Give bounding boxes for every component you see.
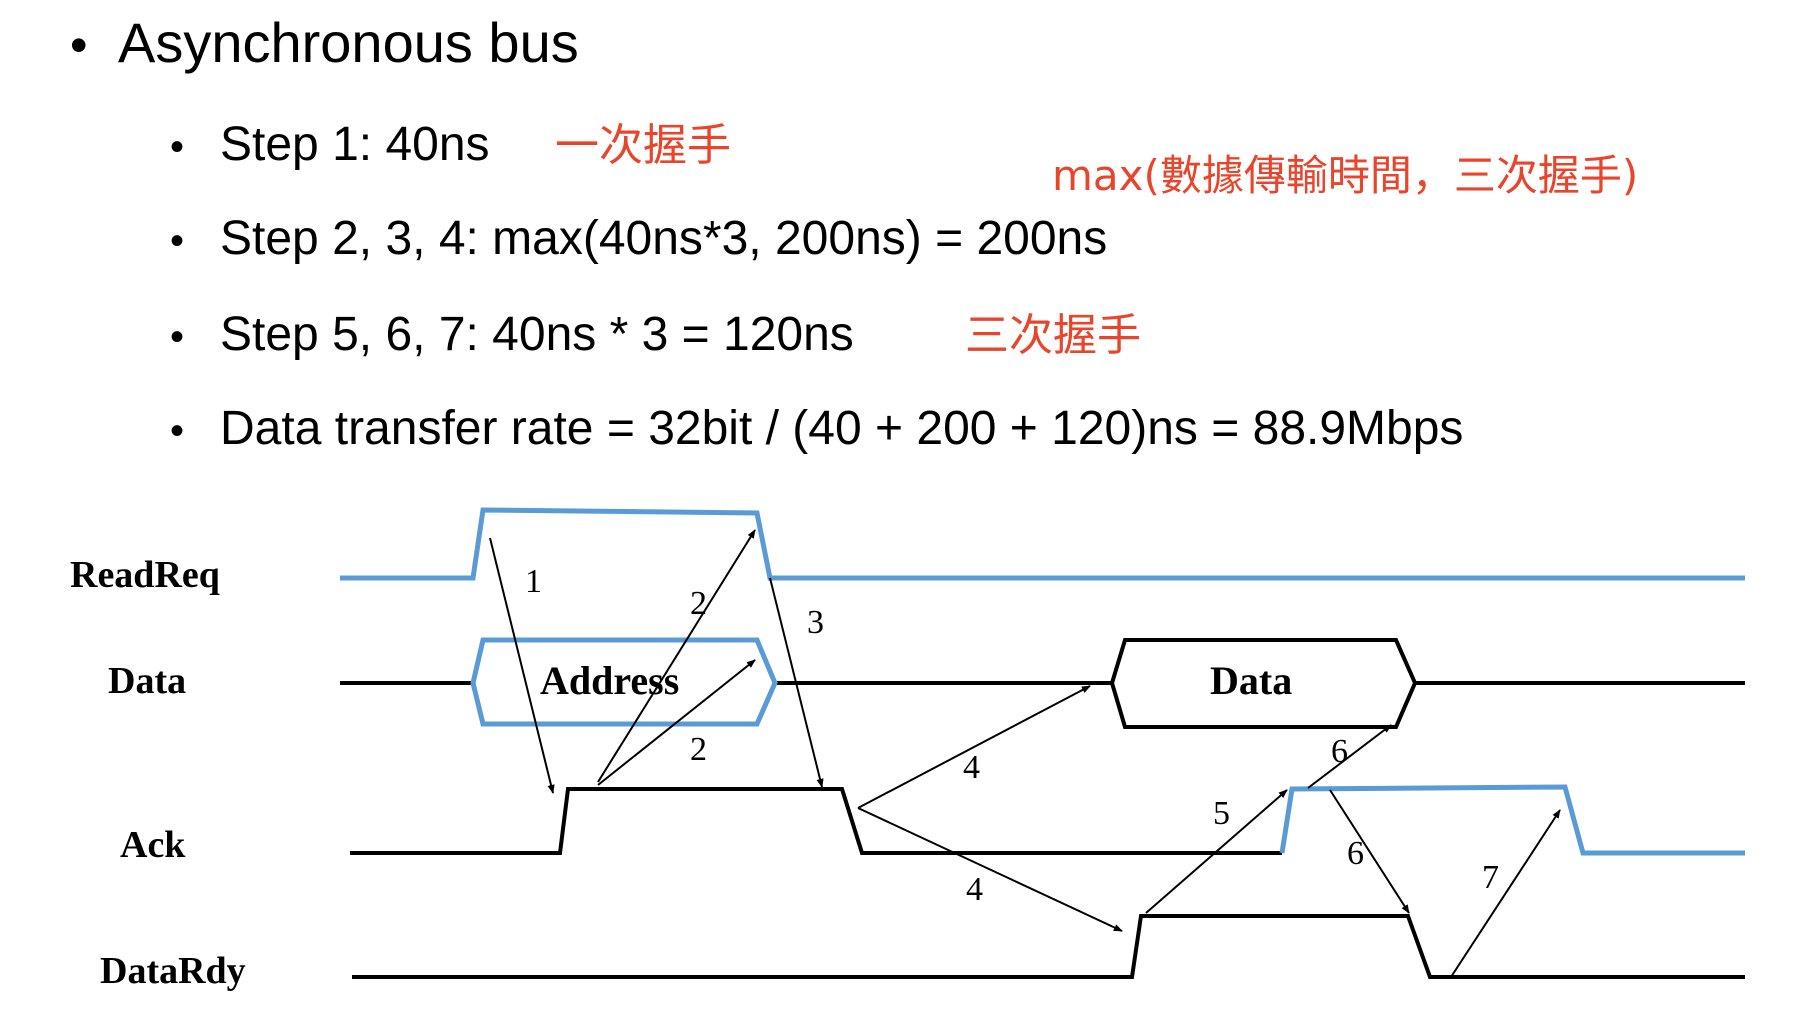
- step-label-5: 5: [1213, 795, 1230, 832]
- step-label-1: 1: [525, 563, 542, 600]
- step-label-4-upper: 4: [963, 749, 980, 786]
- arrow-step-4-lower: [857, 807, 1123, 932]
- bullet-char-1: •: [170, 125, 184, 169]
- ack-waveform-black: [350, 787, 1282, 855]
- arrow-step-7: [1450, 809, 1561, 978]
- bullet-char-3: •: [170, 315, 184, 359]
- step-label-6-upper: 6: [1331, 733, 1348, 770]
- bullet-char-4: •: [170, 409, 184, 453]
- signal-label-data: Data: [108, 660, 186, 702]
- bullet-step234: Step 2, 3, 4: max(40ns*3, 200ns) = 200ns: [220, 212, 1107, 265]
- bullet-step1: Step 1: 40ns: [220, 118, 490, 171]
- bullet-step567: Step 5, 6, 7: 40ns * 3 = 120ns: [220, 308, 854, 361]
- address-box-label: Address: [540, 658, 679, 703]
- arrow-step-4-upper: [857, 685, 1091, 809]
- signal-label-datardy: DataRdy: [100, 950, 246, 992]
- bullet-char-2: •: [170, 219, 184, 263]
- slide: • Asynchronous bus • Step 1: 40ns 一次握手 m…: [0, 0, 1818, 1028]
- arrow-step-6-lower: [1329, 789, 1410, 914]
- datardy-waveform: [352, 914, 1745, 979]
- readreq-waveform: [340, 507, 1745, 581]
- bullet-rate: Data transfer rate = 32bit / (40 + 200 +…: [220, 402, 1463, 455]
- slide-title: Asynchronous bus: [118, 11, 579, 74]
- note-step1: 一次握手: [555, 120, 731, 171]
- step-label-2-lower: 2: [690, 731, 707, 768]
- data-box-label: Data: [1210, 658, 1292, 703]
- side-note: max(數據傳輸時間，三次握手): [1052, 151, 1638, 200]
- arrow-step-2-upper: [597, 529, 756, 783]
- signal-label-ack: Ack: [120, 824, 186, 866]
- title-bullet-char: •: [70, 17, 88, 73]
- signal-label-readreq: ReadReq: [70, 554, 220, 596]
- step-label-7: 7: [1482, 859, 1499, 896]
- arrow-step-6-upper: [1307, 724, 1392, 789]
- step-label-2-upper: 2: [690, 585, 707, 622]
- note-step567: 三次握手: [965, 310, 1141, 361]
- step-label-6-lower: 6: [1347, 835, 1364, 872]
- step-label-4-lower: 4: [966, 871, 983, 908]
- step-label-3: 3: [807, 604, 824, 641]
- slide-canvas: • Asynchronous bus • Step 1: 40ns 一次握手 m…: [70, 11, 1745, 992]
